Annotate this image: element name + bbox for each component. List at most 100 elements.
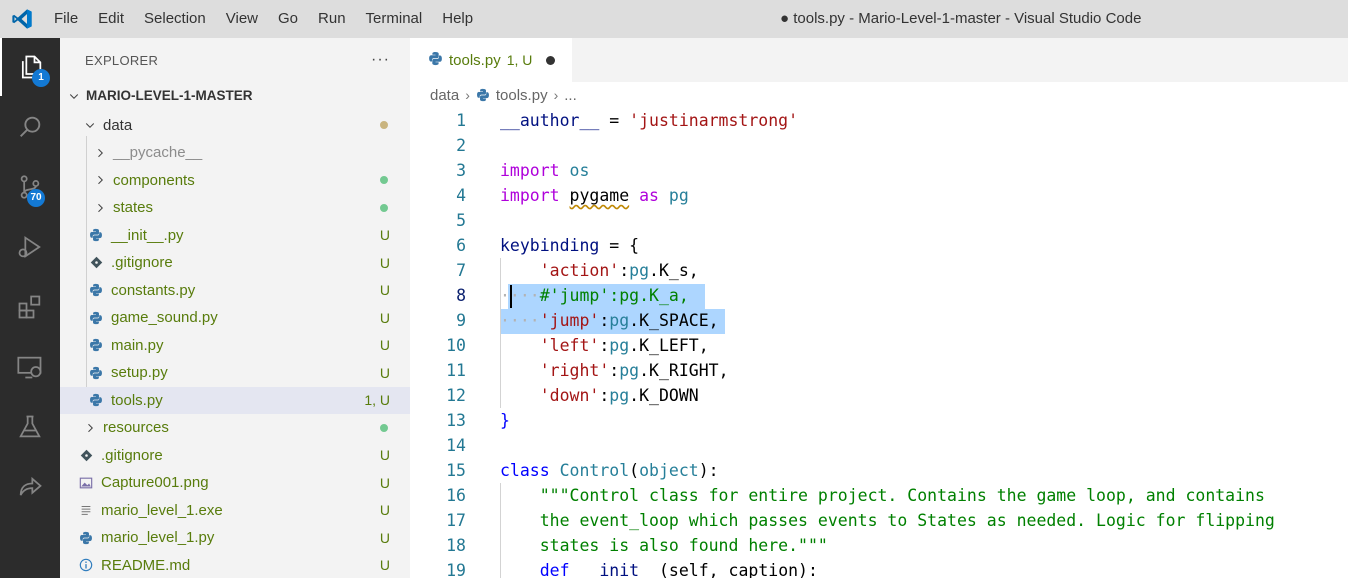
- tree-item-label: mario_level_1.py: [101, 529, 215, 546]
- tree-item-label: data: [103, 116, 133, 134]
- search-activity-button[interactable]: [0, 98, 60, 156]
- code-line: 8 ····#'jump':pg.K_a,: [410, 283, 1348, 308]
- breadcrumb-item-data[interactable]: data: [430, 87, 459, 104]
- breadcrumb-item-file[interactable]: tools.py: [496, 87, 548, 104]
- live-share-icon: [19, 476, 42, 496]
- image-file-icon: [78, 475, 94, 491]
- menu-run[interactable]: Run: [308, 0, 356, 38]
- code-line: 15 class Control(object):: [410, 458, 1348, 483]
- menu-file[interactable]: File: [44, 0, 88, 38]
- git-status-badge: 1, U: [364, 392, 390, 408]
- tree-item-label: Capture001.png: [101, 474, 209, 491]
- tree-item-game-sound-py[interactable]: game_sound.py U: [60, 304, 410, 331]
- tab-bar: tools.py 1, U: [410, 38, 1348, 82]
- line-text: keybinding = {: [500, 236, 640, 255]
- code-line: 3 import os: [410, 158, 1348, 183]
- tree-item-setup-py[interactable]: setup.py U: [60, 359, 410, 386]
- python-file-icon: [476, 88, 490, 102]
- menu-edit[interactable]: Edit: [88, 0, 134, 38]
- git-status-badge: U: [379, 474, 390, 491]
- code-line: 16 """Control class for entire project. …: [410, 483, 1348, 508]
- extensions-activity-button[interactable]: [0, 278, 60, 336]
- line-text: class Control(object):: [500, 461, 719, 480]
- chevron-right-icon: [92, 200, 108, 216]
- line-text: """Control class for entire project. Con…: [539, 486, 1265, 505]
- line-text: ····'jump':pg.K_SPACE,: [500, 311, 719, 330]
- line-number: 3: [456, 161, 466, 180]
- tree-item-mario-level-1-exe[interactable]: mario_level_1.exe U: [60, 497, 410, 524]
- breadcrumb-item-symbols[interactable]: ...: [564, 87, 577, 104]
- more-actions-button[interactable]: ···: [371, 51, 390, 69]
- line-text: 'left':pg.K_LEFT,: [539, 336, 709, 355]
- explorer-title: EXPLORER: [85, 52, 159, 68]
- line-text: ····#'jump':pg.K_a,: [500, 286, 689, 305]
- menu-help[interactable]: Help: [432, 0, 483, 38]
- menu-view[interactable]: View: [216, 0, 268, 38]
- line-number: 4: [456, 186, 466, 205]
- tab-tools-py[interactable]: tools.py 1, U: [410, 38, 572, 82]
- line-number: 5: [456, 211, 466, 230]
- tree-item-resources[interactable]: resources: [60, 414, 410, 441]
- explorer-badge: 1: [32, 69, 50, 87]
- git-file-icon: [88, 255, 104, 271]
- code-line: 11 'right':pg.K_RIGHT,: [410, 358, 1348, 383]
- chevron-right-icon: ›: [465, 87, 470, 103]
- line-text: }: [500, 411, 510, 430]
- line-number: 14: [446, 436, 466, 455]
- git-status-badge: U: [379, 364, 390, 381]
- explorer-header: EXPLORER ···: [60, 38, 410, 82]
- line-number: 17: [446, 511, 466, 530]
- tree-item-mario-level-1-py[interactable]: mario_level_1.py U: [60, 524, 410, 551]
- tree-item-label: main.py: [111, 336, 164, 354]
- chevron-right-icon: [82, 420, 98, 436]
- tree-item-pycache[interactable]: __pycache__: [60, 139, 410, 166]
- tree-item-constants-py[interactable]: constants.py U: [60, 277, 410, 304]
- code-line: 5: [410, 208, 1348, 233]
- tree-item-gitignore[interactable]: .gitignore U: [60, 442, 410, 469]
- explorer-activity-button[interactable]: 1: [0, 38, 60, 96]
- chevron-down-icon: [82, 117, 98, 133]
- source-control-activity-button[interactable]: 70: [0, 158, 60, 216]
- tree-item-label: .gitignore: [111, 254, 173, 271]
- menu-go[interactable]: Go: [268, 0, 308, 38]
- tree-item-components[interactable]: components: [60, 167, 410, 194]
- tree-item-data[interactable]: data: [60, 112, 410, 139]
- remote-explorer-activity-button[interactable]: [0, 338, 60, 396]
- tree-item-readme-md[interactable]: README.md U: [60, 552, 410, 578]
- tree-item-gitignore[interactable]: .gitignore U: [60, 249, 410, 276]
- code-line: 2: [410, 133, 1348, 158]
- tree-item-states[interactable]: states: [60, 194, 410, 221]
- code-line: 9 ····'jump':pg.K_SPACE,: [410, 308, 1348, 333]
- run-debug-activity-button[interactable]: [0, 218, 60, 276]
- menu-selection[interactable]: Selection: [134, 0, 216, 38]
- testing-activity-button[interactable]: [0, 398, 60, 456]
- activity-bar: 1 70: [0, 38, 60, 578]
- tree-item-label: README.md: [101, 556, 191, 574]
- explorer-sidebar: EXPLORER ··· MARIO-LEVEL-1-MASTER data __p…: [60, 38, 410, 578]
- modified-dot-icon: [380, 423, 388, 432]
- window-title: ● tools.py - Mario-Level-1-master - Visu…: [780, 10, 1142, 27]
- tree-item-init-py[interactable]: __init__.py U: [60, 222, 410, 249]
- line-number: 16: [446, 486, 466, 505]
- root-folder-label: MARIO-LEVEL-1-MASTER: [86, 88, 253, 103]
- line-text: import os: [500, 161, 590, 180]
- tab-status: 1, U: [506, 52, 533, 68]
- tree-item-label: .gitignore: [101, 446, 163, 464]
- tree-item-capture001-png[interactable]: Capture001.png U: [60, 469, 410, 496]
- line-text: def __init__(self, caption):: [539, 561, 818, 578]
- line-number: 19: [446, 561, 466, 578]
- line-text: __author__ = 'justinarmstrong': [500, 111, 799, 130]
- line-number: 11: [446, 361, 466, 380]
- code-editor[interactable]: 1 __author__ = 'justinarmstrong' 2 3 import …: [410, 108, 1348, 578]
- tree-item-main-py[interactable]: main.py U: [60, 332, 410, 359]
- python-file-icon: [88, 392, 104, 408]
- tree-item-tools-py[interactable]: tools.py 1, U: [60, 386, 410, 414]
- chevron-right-icon: [92, 172, 108, 188]
- python-file-icon: [88, 282, 104, 298]
- git-status-badge: U: [379, 557, 390, 573]
- unsaved-dot-icon[interactable]: [546, 55, 556, 65]
- code-line: 12 'down':pg.K_DOWN: [410, 383, 1348, 408]
- menu-terminal[interactable]: Terminal: [356, 0, 433, 38]
- live-share-activity-button[interactable]: [0, 458, 60, 516]
- tree-root-folder[interactable]: MARIO-LEVEL-1-MASTER: [60, 82, 410, 109]
